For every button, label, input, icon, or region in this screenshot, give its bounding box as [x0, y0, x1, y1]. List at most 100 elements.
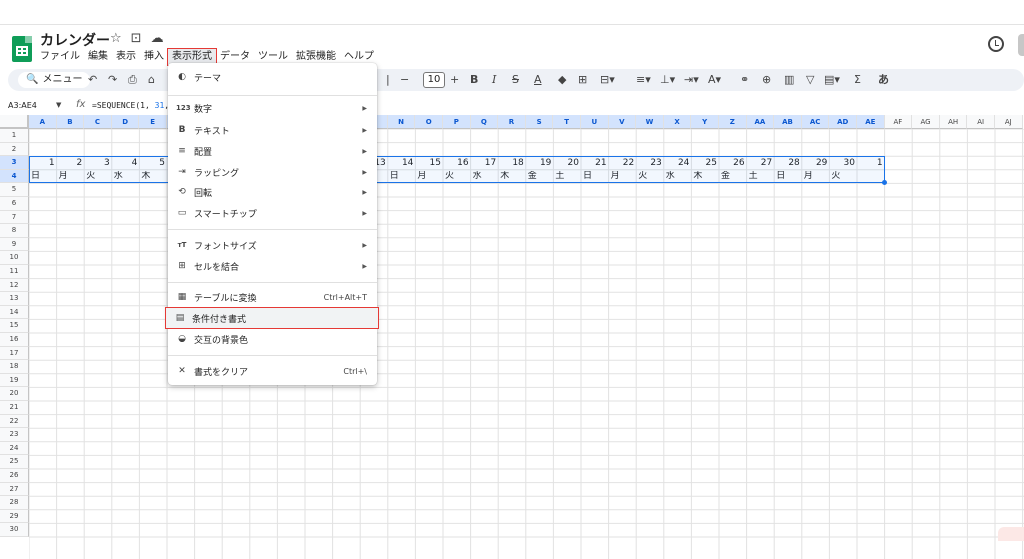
menu-2[interactable]: 編集 [84, 49, 112, 65]
select-all-corner[interactable] [0, 115, 29, 129]
column-header[interactable]: X [663, 115, 692, 129]
format-menu-item[interactable]: ≡ 配置 ▶ [168, 141, 377, 161]
format-menu-item[interactable]: ⟲ 回転 ▶ [168, 182, 377, 202]
undo-icon[interactable]: ↶ [88, 72, 97, 88]
column-header[interactable]: P [443, 115, 471, 129]
row-header[interactable]: 22 [0, 414, 29, 429]
menu-search-button[interactable]: 🔍 メニュー [18, 72, 91, 88]
print-icon[interactable]: ⎙ [128, 72, 137, 88]
row-header[interactable]: 18 [0, 360, 29, 374]
decrease-font-button[interactable]: − [400, 72, 409, 88]
column-header[interactable]: AC [801, 115, 830, 129]
row-header[interactable]: 21 [0, 401, 29, 415]
row-header[interactable]: 4 [0, 169, 29, 184]
row-header[interactable]: 11 [0, 265, 29, 279]
column-header[interactable]: Y [691, 115, 719, 129]
row-header[interactable]: 29 [0, 509, 29, 524]
row-header[interactable]: 27 [0, 482, 29, 497]
row-header[interactable]: 10 [0, 251, 29, 265]
column-header[interactable]: E [139, 115, 167, 129]
row-header[interactable]: 24 [0, 441, 29, 456]
explore-tab[interactable] [998, 527, 1024, 541]
paint-format-icon[interactable]: ⌂ [148, 72, 155, 88]
side-panel-edge[interactable] [1018, 34, 1024, 56]
column-header[interactable]: W [636, 115, 664, 129]
row-header[interactable]: 16 [0, 333, 29, 347]
row-header[interactable]: 3 [0, 156, 29, 170]
menu-4[interactable]: 挿入 [140, 49, 168, 65]
column-header[interactable]: AH [939, 115, 968, 129]
format-menu-item[interactable]: 123 数字 ▶ [168, 98, 377, 118]
format-menu-item[interactable]: ▭ スマートチップ ▶ [168, 203, 377, 223]
menu-1[interactable]: ファイル [36, 49, 84, 65]
row-header[interactable]: 25 [0, 455, 29, 469]
row-header[interactable]: 20 [0, 387, 29, 401]
row-header[interactable]: 1 [0, 129, 29, 143]
format-menu-item[interactable]: ▤ 条件付き書式 [165, 307, 379, 329]
column-header[interactable]: N [387, 115, 416, 129]
column-header[interactable]: O [415, 115, 443, 129]
row-header[interactable]: 8 [0, 224, 29, 238]
insert-link-icon[interactable]: ⚭ [740, 72, 749, 88]
merge-cells-icon[interactable]: ⊟▾ [600, 72, 615, 88]
increase-font-button[interactable]: + [450, 72, 459, 88]
text-wrap-icon[interactable]: ⇥▾ [684, 72, 699, 88]
move-folder-icon[interactable]: ⊡ [131, 31, 142, 46]
borders-icon[interactable]: ⊞ [578, 72, 587, 88]
column-header[interactable]: A [29, 115, 57, 129]
input-tools-button[interactable]: あ [878, 72, 889, 88]
row-header[interactable]: 19 [0, 373, 29, 388]
vertical-align-icon[interactable]: ⊥▾ [660, 72, 675, 88]
column-header[interactable]: AD [829, 115, 857, 129]
format-menu-item[interactable]: ◒ 交互の背景色 [168, 329, 377, 349]
filter-views-icon[interactable]: ▤▾ [824, 72, 840, 88]
column-header[interactable]: AE [857, 115, 885, 129]
row-header[interactable]: 14 [0, 305, 29, 320]
row-header[interactable]: 6 [0, 197, 29, 211]
column-header[interactable]: AF [884, 115, 913, 129]
column-header[interactable]: Z [719, 115, 747, 129]
format-menu-item[interactable]: ⇥ ラッピング ▶ [168, 162, 377, 182]
column-header[interactable]: AG [912, 115, 940, 129]
menu-3[interactable]: 表示 [112, 49, 140, 65]
selection-range[interactable] [29, 156, 885, 184]
column-header[interactable]: D [111, 115, 140, 129]
name-box[interactable]: A3:AE4 [8, 101, 37, 110]
text-rotation-icon[interactable]: A▾ [708, 72, 721, 88]
row-header[interactable]: 12 [0, 278, 29, 293]
column-header[interactable]: S [525, 115, 554, 129]
star-icon[interactable]: ☆ [110, 31, 122, 46]
format-menu-item[interactable]: ✕ 書式をクリア Ctrl+\ [168, 361, 377, 381]
font-size-input[interactable]: 10 [423, 72, 445, 88]
row-header[interactable]: 7 [0, 210, 29, 225]
row-header[interactable]: 17 [0, 346, 29, 361]
column-header[interactable]: B [56, 115, 85, 129]
strikethrough-button[interactable]: S [512, 72, 519, 88]
row-header[interactable]: 15 [0, 319, 29, 333]
chevron-down-icon[interactable]: ▼ [56, 101, 61, 109]
column-header[interactable]: R [498, 115, 526, 129]
row-header[interactable]: 9 [0, 237, 29, 252]
functions-button[interactable]: Σ [854, 72, 861, 88]
sheets-logo-icon[interactable] [12, 36, 32, 62]
fill-color-icon[interactable]: ◆ [558, 72, 566, 88]
text-color-button[interactable]: A [534, 72, 542, 88]
column-header[interactable]: T [553, 115, 581, 129]
format-menu-item[interactable]: тT フォントサイズ ▶ [168, 235, 377, 255]
column-header[interactable]: AB [774, 115, 802, 129]
insert-chart-icon[interactable]: ▥ [784, 72, 794, 88]
formula-input[interactable]: =SEQUENCE(1, 31, [92, 101, 169, 110]
bold-button[interactable]: B [470, 72, 478, 88]
row-header[interactable]: 26 [0, 469, 29, 483]
column-header[interactable]: V [608, 115, 637, 129]
format-menu-item[interactable]: B テキスト ▶ [168, 120, 377, 140]
column-header[interactable]: C [84, 115, 112, 129]
column-header[interactable]: Q [470, 115, 499, 129]
redo-icon[interactable]: ↷ [108, 72, 117, 88]
history-icon[interactable] [988, 36, 1004, 52]
column-header[interactable]: AI [967, 115, 995, 129]
format-menu-item[interactable]: ▦ テーブルに変換 Ctrl+Alt+T [168, 287, 377, 307]
row-header[interactable]: 13 [0, 292, 29, 306]
row-header[interactable]: 23 [0, 428, 29, 442]
column-header[interactable]: AA [746, 115, 775, 129]
